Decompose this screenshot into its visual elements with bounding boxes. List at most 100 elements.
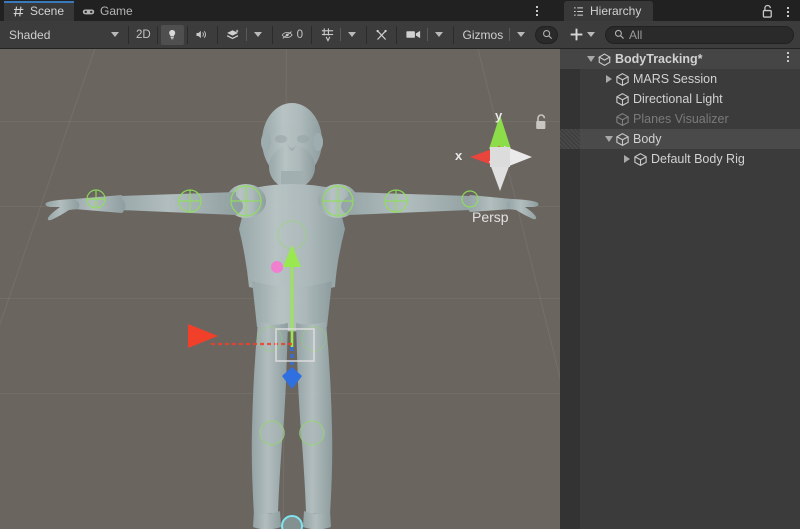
scene-tabbar: Scene Game: [0, 0, 560, 21]
hierarchy-list-icon: [572, 5, 585, 18]
unity-editor-window: Scene Game Shaded 2D: [0, 0, 800, 529]
padlock-open-icon[interactable]: [761, 4, 774, 19]
gizmo-center-cube: [490, 147, 510, 167]
scene-camera-split-button[interactable]: [400, 25, 450, 45]
toolbar-divider: [311, 26, 312, 44]
chevron-down-icon: [348, 32, 356, 37]
toolbar-divider: [453, 26, 454, 44]
padlock-open-icon[interactable]: [533, 113, 549, 131]
grid-snap-toggle[interactable]: [315, 25, 340, 45]
gameobject-cube-icon: [615, 72, 630, 87]
selection-gutter-marker: [560, 129, 580, 149]
gameobject-cube-icon: [615, 92, 630, 107]
lightbulb-icon: [166, 27, 178, 42]
hierarchy-row-kebab-menu-icon[interactable]: [782, 52, 794, 62]
toolbar-divider: [217, 26, 218, 44]
search-icon: [614, 29, 625, 40]
wrench-hammer-icon: [375, 27, 388, 43]
tab-scene[interactable]: Scene: [4, 1, 74, 21]
chevron-down-icon: [517, 32, 525, 37]
grid-snap-icon: [320, 27, 335, 42]
expand-arrow-right-icon[interactable]: [620, 153, 633, 166]
camera-icon: [405, 28, 422, 41]
toolbar-divider: [272, 26, 273, 44]
draw-mode-dropdown[interactable]: Shaded: [2, 25, 125, 45]
grid-dropdown[interactable]: [341, 25, 363, 45]
twisty-placeholder: [602, 93, 615, 106]
grid-hash-icon: [12, 5, 25, 18]
scene-lighting-toggle[interactable]: [161, 25, 183, 45]
draw-mode-label: Shaded: [9, 28, 50, 42]
fx-layers-icon: [225, 27, 241, 42]
expand-arrow-down-icon[interactable]: [602, 133, 615, 146]
scene-search-input[interactable]: [535, 26, 558, 44]
expand-arrow-down-icon[interactable]: [584, 53, 597, 66]
tab-hierarchy[interactable]: Hierarchy: [564, 1, 653, 21]
toolbar-divider: [366, 26, 367, 44]
hierarchy-item-label: Default Body Rig: [651, 152, 745, 166]
toolbar-divider: [157, 26, 158, 44]
hierarchy-search-value: All: [629, 28, 642, 42]
tab-game[interactable]: Game: [74, 1, 143, 21]
gizmos-dropdown[interactable]: [510, 25, 532, 45]
speaker-icon: [195, 27, 208, 42]
tab-scene-label: Scene: [30, 4, 64, 18]
gizmo-y-label: y: [495, 108, 502, 123]
hierarchy-item-label: Body: [633, 132, 662, 146]
scene-camera-button[interactable]: [400, 25, 427, 45]
twisty-placeholder: [602, 113, 615, 126]
scene-viewport[interactable]: y x Persp: [0, 49, 560, 529]
gameobject-cube-icon: [633, 152, 648, 167]
hierarchy-item-label: Directional Light: [633, 92, 723, 106]
hierarchy-dock: Hierarchy: [560, 0, 800, 529]
eye-slash-icon: [281, 28, 293, 42]
gamepad-icon: [82, 5, 95, 18]
search-icon: [542, 29, 553, 40]
hierarchy-item-default-body-rig[interactable]: Default Body Rig: [560, 149, 800, 169]
projection-mode-label: Persp: [472, 209, 509, 225]
add-gameobject-button[interactable]: [566, 25, 597, 45]
hierarchy-item-label: BodyTracking*: [615, 52, 703, 66]
hierarchy-item-label: Planes Visualizer: [633, 112, 729, 126]
view-2d-label: 2D: [136, 29, 151, 41]
toolbar-divider: [396, 26, 397, 44]
hierarchy-kebab-menu-icon[interactable]: [782, 7, 794, 17]
toolbar-divider: [128, 26, 129, 44]
expand-arrow-right-icon[interactable]: [602, 73, 615, 86]
toolbar-divider: [187, 26, 188, 44]
scene-audio-toggle[interactable]: [190, 25, 213, 45]
hierarchy-tree[interactable]: BodyTracking* MARS Session Directional L…: [560, 49, 800, 529]
gameobject-cube-icon: [615, 132, 630, 147]
hierarchy-item-mars-session[interactable]: MARS Session: [560, 69, 800, 89]
scene-fx-split-button[interactable]: [220, 25, 269, 45]
view-2d-toggle[interactable]: 2D: [132, 25, 154, 45]
scene-fx-dropdown[interactable]: [247, 25, 269, 45]
hierarchy-item-body[interactable]: Body: [560, 129, 800, 149]
hierarchy-item-bodytracking[interactable]: BodyTracking*: [560, 49, 800, 69]
gameobject-cube-icon: [615, 112, 630, 127]
tab-game-label: Game: [100, 4, 133, 18]
scene-dock: Scene Game Shaded 2D: [0, 0, 560, 529]
scene-tab-overflow-kebab-menu-icon[interactable]: [530, 3, 544, 18]
chevron-down-icon: [435, 32, 443, 37]
hierarchy-item-label: MARS Session: [633, 72, 717, 86]
plus-icon: [568, 26, 585, 43]
chevron-down-icon[interactable]: [587, 32, 595, 37]
unity-scene-icon: [597, 52, 612, 67]
hierarchy-toolbar: All: [560, 21, 800, 49]
scene-toolbar: Shaded 2D: [0, 21, 560, 49]
scene-camera-dropdown[interactable]: [428, 25, 450, 45]
hierarchy-tabbar: Hierarchy: [560, 0, 800, 21]
grid-split-button[interactable]: [315, 25, 363, 45]
hierarchy-item-planes-visualizer[interactable]: Planes Visualizer: [560, 109, 800, 129]
chevron-down-icon: [111, 32, 119, 37]
scene-tools-button[interactable]: [370, 25, 393, 45]
hidden-objects-button[interactable]: 0: [276, 25, 308, 45]
gizmo-x-label: x: [455, 148, 462, 163]
hierarchy-item-directional-light[interactable]: Directional Light: [560, 89, 800, 109]
gizmos-label: Gizmos: [457, 28, 510, 42]
hidden-objects-count: 0: [297, 29, 303, 41]
gizmos-split-button[interactable]: Gizmos: [457, 25, 533, 45]
hierarchy-search-input[interactable]: All: [605, 26, 794, 44]
scene-fx-toggle[interactable]: [220, 25, 246, 45]
